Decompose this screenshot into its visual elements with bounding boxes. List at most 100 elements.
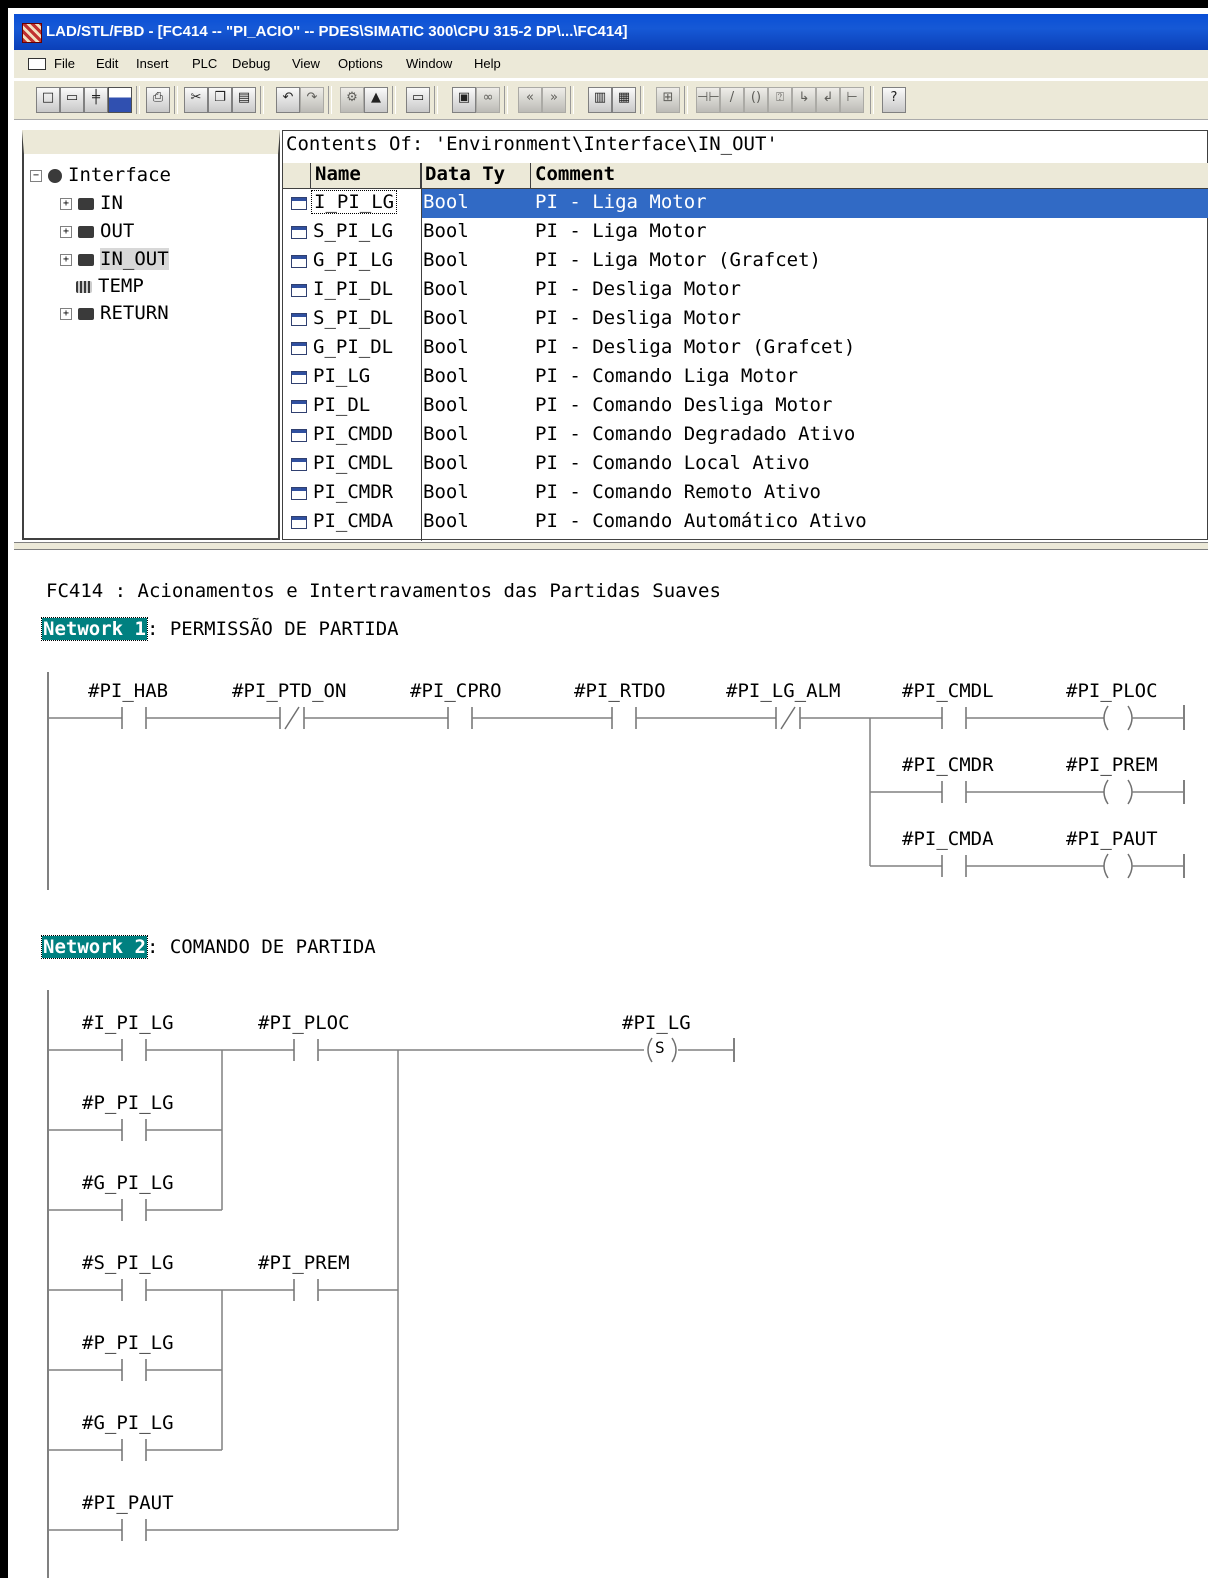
save-icon[interactable] [108,87,132,113]
connection-icon[interactable]: ⊢ [840,87,864,113]
coil-3[interactable] [1103,853,1133,879]
first-network-icon[interactable]: « [518,87,542,113]
help-icon[interactable]: ? [882,87,906,113]
undo-icon[interactable]: ↶ [276,87,300,113]
tree-root[interactable]: − Interface [30,164,171,186]
contact-6[interactable] [941,707,967,729]
expand-icon[interactable]: + [60,253,72,266]
toolbar-separator [870,86,874,114]
coil-label: #PI_PAUT [1066,828,1158,850]
cell-name: PI_DL [313,394,371,416]
cell-comment: PI - Comando Automático Ativo [535,510,867,532]
cell-type: Bool [423,220,469,242]
last-network-icon[interactable]: » [542,87,566,113]
cell-type: Bool [423,307,469,329]
contact-n2-6[interactable] [121,1439,147,1461]
contact-branch-2[interactable] [941,855,967,877]
coil-icon[interactable]: () [744,87,768,113]
variable-icon [291,284,307,297]
menu-bar: File Edit Insert PLC Debug View Options … [14,50,1208,78]
contact-n2-3[interactable] [121,1199,147,1221]
column-comment-header[interactable]: Comment [531,163,1208,189]
cell-name: S_PI_LG [313,220,394,242]
coil-1[interactable] [1103,705,1133,731]
tree-item-out[interactable]: + OUT [60,220,134,242]
title-bar[interactable]: LAD/STL/FBD - [FC414 -- "PI_ACIO" -- PDE… [14,14,1208,50]
contact-n2-2[interactable] [121,1119,147,1141]
print-icon[interactable]: ⎙ [146,87,170,113]
menu-window[interactable]: Window [406,56,452,71]
contact-2[interactable] [279,706,305,730]
cell-type: Bool [423,481,469,503]
overview-icon[interactable]: ▥ [588,87,612,113]
variable-icon [291,342,307,355]
tree-item-in[interactable]: + IN [60,192,123,214]
contact-label: #S_PI_LG [82,1252,174,1274]
menu-edit[interactable]: Edit [96,56,118,71]
accessible-nodes-icon[interactable]: ▣ [452,87,476,113]
column-type-header[interactable]: Data Ty [421,163,531,189]
menu-help[interactable]: Help [474,56,501,71]
contact-4[interactable] [611,707,637,729]
contact-n2-7[interactable] [121,1519,147,1541]
download-icon[interactable]: ▲ [364,87,388,113]
variable-icon [291,400,307,413]
toolbar-separator [640,86,644,114]
box-icon[interactable]: ⍰ [768,87,792,113]
expand-icon[interactable]: + [60,307,72,320]
network-icon[interactable]: ╪ [84,87,108,113]
contact-branch-1[interactable] [941,781,967,803]
cell-comment: PI - Comando Local Ativo [535,452,810,474]
compile-icon[interactable]: ⚙ [340,87,364,113]
cut-icon[interactable]: ✂ [184,87,208,113]
open-icon[interactable]: ▭ [60,87,84,113]
new-icon[interactable]: □ [36,87,60,113]
coil-2[interactable] [1103,779,1133,805]
toolbar-separator [260,86,264,114]
contact-pi-prem[interactable] [293,1279,319,1301]
contact-n2-4[interactable] [121,1279,147,1301]
details-icon[interactable]: ▦ [612,87,636,113]
expand-icon[interactable]: + [60,225,72,238]
column-name-header[interactable]: Name [311,163,421,189]
pane-splitter[interactable] [14,542,1208,550]
online-icon[interactable]: ∞ [476,87,500,113]
collapse-icon[interactable]: − [30,169,42,182]
contact-icon[interactable]: ⊣⊢ [696,87,720,113]
menu-plc[interactable]: PLC [192,56,217,71]
contact-1[interactable] [121,707,147,729]
redo-icon[interactable]: ↷ [300,87,324,113]
cell-type: Bool [423,423,469,445]
tree-item-in-out[interactable]: + IN_OUT [60,248,169,270]
tree-item-temp[interactable]: TEMP [76,275,144,297]
menu-file[interactable]: File [54,56,75,71]
program-editor: FC414 : Acionamentos e Intertravamentos … [14,550,1208,1578]
expand-icon[interactable]: + [60,197,72,210]
contact-5[interactable] [775,706,801,730]
tree-item-return[interactable]: + RETURN [60,302,169,324]
grid-icon[interactable]: ⊞ [656,87,680,113]
contents-panel: Contents Of: 'Environment\Interface\IN_O… [282,130,1208,541]
contact-label: #G_PI_LG [82,1412,174,1434]
contact-label: #PI_CPRO [410,680,502,702]
copy-icon[interactable]: ❐ [208,87,232,113]
menu-options[interactable]: Options [338,56,383,71]
branch-close-icon[interactable]: ↲ [816,87,840,113]
menu-debug[interactable]: Debug [232,56,270,71]
menu-insert[interactable]: Insert [136,56,169,71]
paste-icon[interactable]: ▤ [232,87,256,113]
variable-icon [291,429,307,442]
branch-open-icon[interactable]: ↳ [792,87,816,113]
contact-3[interactable] [447,707,473,729]
cell-type: Bool [423,249,469,271]
contact-pi-ploc[interactable] [293,1039,319,1061]
contact-label: #PI_LG_ALM [726,680,841,702]
toolbar-separator [136,86,140,114]
monitor-icon[interactable]: ▭ [406,87,430,113]
nc-contact-icon[interactable]: / [720,87,744,113]
toolbar-separator [434,86,438,114]
document-menu-icon[interactable] [28,58,46,70]
contact-n2-5[interactable] [121,1359,147,1381]
contact-n2-1[interactable] [121,1039,147,1061]
menu-view[interactable]: View [292,56,320,71]
